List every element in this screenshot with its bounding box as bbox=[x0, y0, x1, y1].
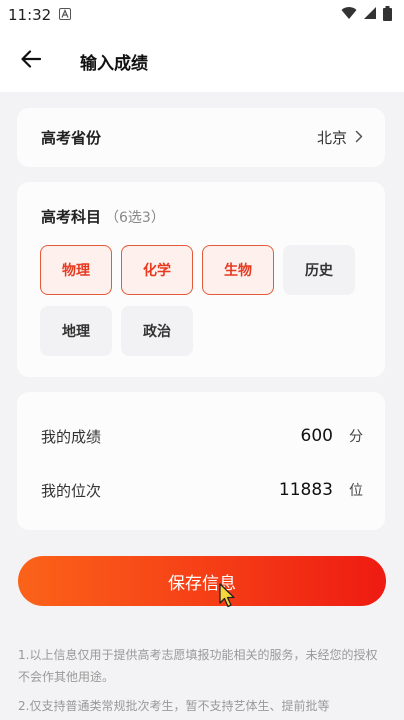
rank-row: 我的位次 11883 位 bbox=[41, 475, 363, 505]
save-button[interactable]: 保存信息 bbox=[18, 556, 386, 606]
score-label: 我的成绩 bbox=[41, 427, 102, 446]
cursor-icon bbox=[218, 583, 238, 613]
note-privacy: 1.以上信息仅用于提供高考志愿填报功能相关的服务，未经您的授权不会作其他用途。 bbox=[18, 648, 378, 684]
back-button[interactable] bbox=[0, 30, 62, 92]
status-bar: 11:32 bbox=[0, 0, 404, 30]
note-support: 2.仅支持普通类常规批次考生，暂不支持艺体生、提前批等 bbox=[18, 699, 330, 713]
score-input-group: 600 分 bbox=[253, 426, 363, 446]
rank-unit: 位 bbox=[349, 483, 363, 499]
arrow-left-icon bbox=[21, 50, 42, 72]
subjects-hint: （6选3） bbox=[105, 210, 165, 226]
status-right bbox=[341, 5, 392, 25]
subjects-card: 高考科目 （6选3） 物理 化学 生物 历史 地理 政治 bbox=[17, 182, 385, 377]
subject-chip-chemistry[interactable]: 化学 bbox=[121, 245, 193, 295]
cellular-icon bbox=[363, 6, 377, 24]
province-selector[interactable]: 高考省份 北京 bbox=[17, 108, 385, 167]
battery-icon bbox=[383, 5, 392, 25]
status-left: 11:32 bbox=[8, 6, 72, 24]
notification-a-icon bbox=[59, 6, 72, 24]
province-label: 高考省份 bbox=[41, 129, 102, 147]
subject-chip-biology[interactable]: 生物 bbox=[202, 245, 274, 295]
subject-chip-politics[interactable]: 政治 bbox=[121, 306, 193, 356]
rank-input-group: 11883 位 bbox=[253, 480, 363, 500]
wifi-icon bbox=[341, 6, 357, 24]
subject-chip-geography[interactable]: 地理 bbox=[40, 306, 112, 356]
score-row: 我的成绩 600 分 bbox=[41, 421, 363, 451]
rank-input[interactable]: 11883 bbox=[253, 480, 333, 500]
status-time: 11:32 bbox=[8, 6, 52, 24]
province-value: 北京 bbox=[316, 129, 347, 147]
subject-chip-physics[interactable]: 物理 bbox=[40, 245, 112, 295]
subjects-heading: 高考科目 （6选3） bbox=[41, 206, 385, 227]
app-bar: 输入成绩 bbox=[0, 30, 404, 92]
rank-label: 我的位次 bbox=[41, 481, 102, 500]
page-title: 输入成绩 bbox=[80, 53, 148, 74]
score-unit: 分 bbox=[349, 429, 363, 445]
score-input[interactable]: 600 bbox=[253, 426, 333, 446]
chevron-right-icon bbox=[355, 128, 363, 147]
scores-card: 我的成绩 600 分 我的位次 11883 位 bbox=[17, 392, 385, 530]
subjects-title: 高考科目 bbox=[41, 208, 102, 226]
province-value-group: 北京 bbox=[317, 127, 363, 148]
subject-chip-history[interactable]: 历史 bbox=[283, 245, 355, 295]
